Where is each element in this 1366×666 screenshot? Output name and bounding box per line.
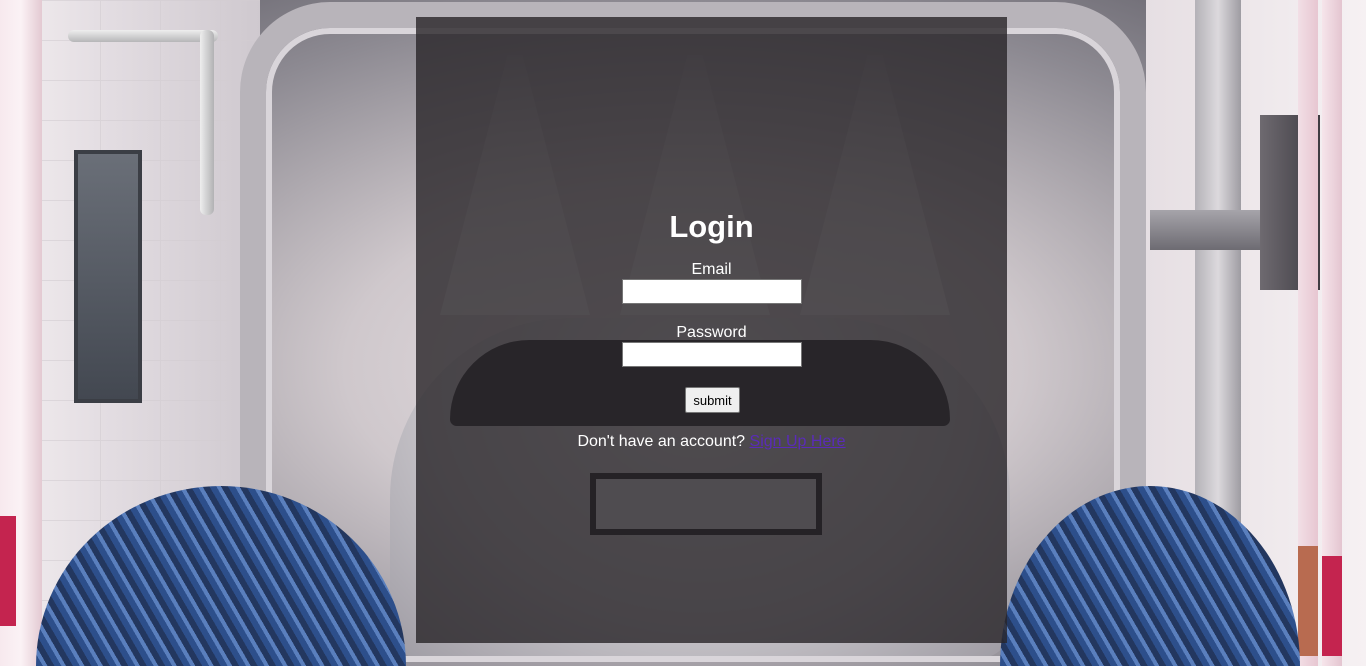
signup-prompt: Don't have an account? Sign Up Here (416, 433, 1007, 451)
email-label: Email (691, 261, 732, 278)
right-pole-2 (1322, 0, 1342, 666)
wall-pipe (68, 30, 218, 42)
signup-link[interactable]: Sign Up Here (750, 433, 846, 450)
no-account-text: Don't have an account? (577, 433, 746, 450)
password-field[interactable] (622, 342, 802, 367)
wall-pipe-vertical (200, 30, 214, 215)
left-pole (0, 0, 42, 666)
email-field[interactable] (622, 279, 802, 304)
password-label: Password (676, 324, 747, 341)
right-pole (1298, 0, 1318, 666)
submit-button[interactable]: submit (685, 387, 740, 413)
page-title: Login (669, 209, 754, 244)
login-panel: Login Email Password submit Don't have a… (416, 17, 1007, 643)
wall-window (74, 150, 142, 403)
